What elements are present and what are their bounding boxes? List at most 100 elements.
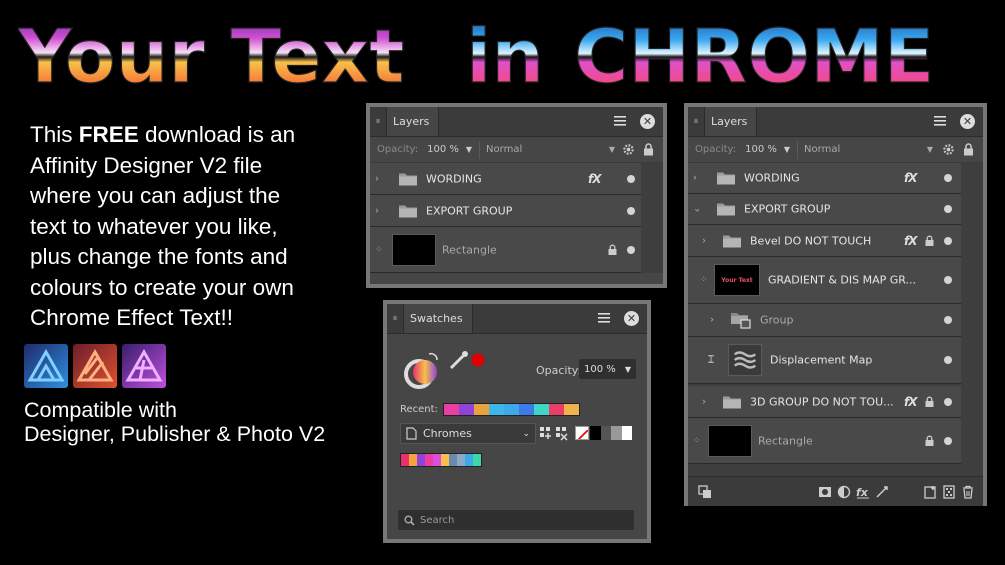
- layer-row-rectangle[interactable]: ⁘ Rectangle: [370, 227, 641, 273]
- layer-row-rectangle[interactable]: ⁘ Rectangle: [688, 418, 961, 464]
- swatch-chip[interactable]: [473, 454, 481, 466]
- expand-arrow-icon[interactable]: ›: [710, 315, 714, 326]
- add-layer-icon[interactable]: [924, 485, 938, 499]
- layer-row-bevel[interactable]: › Bevel DO NOT TOUCH fX: [688, 225, 961, 257]
- blend-mode-dropdown[interactable]: Normal ▼: [479, 140, 619, 159]
- swatch-chip[interactable]: [417, 454, 425, 466]
- swatch-chip[interactable]: [409, 454, 417, 466]
- swatch-chip[interactable]: [474, 404, 489, 415]
- visibility-dot-icon[interactable]: [944, 356, 952, 364]
- fx-icon[interactable]: fX: [904, 234, 918, 248]
- add-pixel-layer-icon[interactable]: [942, 485, 956, 499]
- lock-icon[interactable]: [608, 244, 617, 255]
- mask-icon[interactable]: [818, 485, 832, 499]
- visibility-dot-icon[interactable]: [944, 205, 952, 213]
- tab-swatches[interactable]: Swatches: [403, 304, 473, 333]
- live-filter-icon[interactable]: [875, 485, 889, 499]
- fx-icon[interactable]: fX: [904, 395, 918, 409]
- visibility-dot-icon[interactable]: [944, 236, 952, 245]
- visibility-dot-icon[interactable]: [944, 436, 952, 445]
- visibility-dot-icon[interactable]: [627, 206, 635, 215]
- swatch-chip[interactable]: [611, 426, 622, 440]
- visibility-dot-icon[interactable]: [944, 316, 952, 324]
- expand-arrow-icon[interactable]: ›: [375, 205, 379, 216]
- layer-row-export-group[interactable]: › EXPORT GROUP: [370, 195, 641, 227]
- swatch-chip[interactable]: [425, 454, 433, 466]
- layer-row-wording[interactable]: › WORDING fX: [370, 163, 641, 195]
- visibility-dot-icon[interactable]: [944, 276, 952, 284]
- swatch-chip[interactable]: [433, 454, 441, 466]
- lock-icon[interactable]: [925, 235, 934, 246]
- swatch-chip[interactable]: [444, 404, 459, 415]
- palette-dropdown[interactable]: Chromes ⌄: [400, 423, 536, 444]
- opacity-dropdown[interactable]: 100 % ▼: [745, 144, 790, 155]
- adjustment-icon[interactable]: [837, 485, 851, 499]
- swatch-opacity-dropdown[interactable]: 100 % ▼: [579, 359, 636, 379]
- layer-row-group[interactable]: › Group: [688, 304, 961, 337]
- swatch-chip[interactable]: [449, 454, 457, 466]
- collapse-arrow-icon[interactable]: ⌄: [693, 204, 701, 215]
- layer-row-wording[interactable]: › WORDING fX: [688, 163, 961, 194]
- expand-arrow-icon[interactable]: ›: [702, 396, 706, 407]
- lock-icon[interactable]: [963, 143, 974, 156]
- expand-arrow-icon[interactable]: ›: [375, 173, 379, 184]
- swatch-chip[interactable]: [534, 404, 549, 415]
- swatch-chip[interactable]: [549, 404, 564, 415]
- tab-layers[interactable]: Layers: [386, 107, 440, 136]
- color-picker-icon[interactable]: [449, 350, 487, 370]
- drag-handle-icon[interactable]: ⁘: [375, 245, 383, 255]
- blend-mode-dropdown[interactable]: Normal ▼: [797, 140, 937, 159]
- swatch-chip[interactable]: [465, 454, 473, 466]
- drag-handle-icon[interactable]: ⁘: [700, 275, 708, 285]
- fx-icon[interactable]: fX: [904, 171, 918, 185]
- swatch-chip[interactable]: [459, 404, 474, 415]
- none-swatch[interactable]: [575, 426, 589, 440]
- tab-layers[interactable]: Layers: [704, 107, 758, 136]
- swatch-chip[interactable]: [600, 426, 611, 440]
- panel-menu-icon[interactable]: [933, 114, 947, 128]
- fill-stroke-icon[interactable]: [401, 350, 443, 390]
- expand-arrow-icon[interactable]: ›: [702, 235, 706, 246]
- expand-arrow-icon[interactable]: ›: [693, 173, 697, 184]
- search-input[interactable]: Search: [398, 510, 634, 530]
- arrange-icon[interactable]: [698, 485, 712, 499]
- layer-row-export-group[interactable]: ⌄ EXPORT GROUP: [688, 194, 961, 225]
- swatch-chip[interactable]: [401, 454, 409, 466]
- lock-icon[interactable]: [643, 143, 654, 156]
- add-swatch-icon[interactable]: [539, 426, 571, 441]
- trash-icon[interactable]: [961, 485, 975, 499]
- chrome-swatches[interactable]: [400, 453, 482, 467]
- panel-menu-icon[interactable]: [613, 114, 627, 128]
- visibility-dot-icon[interactable]: [944, 174, 952, 182]
- swatch-chip[interactable]: [457, 454, 465, 466]
- swatch-chip[interactable]: [441, 454, 449, 466]
- drag-handle-icon[interactable]: ⁘: [693, 436, 701, 446]
- visibility-dot-icon[interactable]: [627, 174, 635, 183]
- panel-grip-icon[interactable]: ⏸: [688, 107, 704, 136]
- opacity-dropdown[interactable]: 100 % ▼: [427, 144, 472, 155]
- swatch-chip[interactable]: [519, 404, 534, 415]
- close-icon[interactable]: ✕: [960, 114, 975, 129]
- lock-icon[interactable]: [925, 396, 934, 407]
- layer-row-displacement-map[interactable]: ⌶ Displacement Map: [688, 337, 961, 384]
- close-icon[interactable]: ✕: [640, 114, 655, 129]
- recent-swatches[interactable]: [443, 403, 580, 416]
- visibility-dot-icon[interactable]: [627, 245, 635, 254]
- panel-menu-icon[interactable]: [597, 311, 611, 325]
- gear-icon[interactable]: [622, 143, 635, 156]
- swatch-chip[interactable]: [590, 426, 601, 440]
- layer-row-3d-group[interactable]: › 3D GROUP DO NOT TOU... fX: [688, 386, 961, 418]
- swatch-chip[interactable]: [504, 404, 519, 415]
- panel-grip-icon[interactable]: ⏸: [370, 107, 386, 136]
- fx-effects-icon[interactable]: fx: [856, 485, 870, 499]
- close-icon[interactable]: ✕: [624, 311, 639, 326]
- swatch-chip[interactable]: [564, 404, 579, 415]
- grey-swatches[interactable]: [590, 426, 632, 440]
- fx-icon[interactable]: fX: [588, 172, 602, 186]
- layer-row-gradient-dis-map[interactable]: ⁘ Your Text GRADIENT & DIS MAP GR...: [688, 257, 961, 304]
- visibility-dot-icon[interactable]: [944, 397, 952, 406]
- lock-icon[interactable]: [925, 435, 934, 446]
- panel-grip-icon[interactable]: ⏸: [387, 304, 403, 333]
- swatch-chip[interactable]: [621, 426, 632, 440]
- swatch-chip[interactable]: [489, 404, 504, 415]
